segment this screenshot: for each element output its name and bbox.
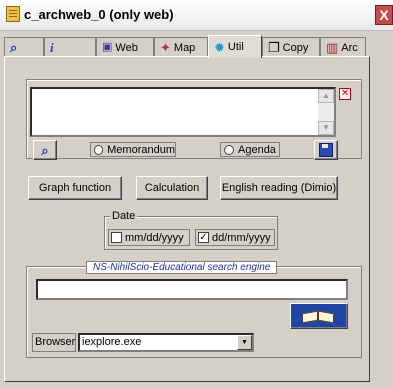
notes-scrollbar[interactable]: ▲ ▼ [318,89,334,135]
save-notes-button[interactable] [314,140,338,160]
app-notepad-icon [6,6,20,22]
tab-arc[interactable]: ▥ Arc [320,37,366,57]
search-input[interactable] [36,279,348,300]
copy-icon: ❐ [268,40,280,55]
search-icon: ⌕ [41,142,49,158]
tab-web-label: Web [115,41,138,54]
memorandum-radio[interactable]: Memorandum [90,142,176,157]
util-icon: ✹ [214,39,225,55]
english-reading-button[interactable]: English reading (Dimio) [220,176,338,200]
clear-notes-icon[interactable]: ✕ [339,88,351,100]
network-icon: ▣ [102,41,113,53]
window-close-button[interactable]: X [375,5,393,25]
memorandum-radio-circle[interactable] [94,144,104,155]
tab-map-label: Map [173,41,196,54]
date-ddmmyyyy-label: dd/mm/yyyy [212,231,271,244]
calculation-button[interactable]: Calculation [136,176,208,200]
notes-textarea[interactable]: ▲ ▼ [30,87,336,137]
tab-map[interactable]: ✦ Map [154,37,208,57]
date-ddmmyyyy-checkbox[interactable]: ✓ [198,232,209,243]
search-icon: ⌕ [10,40,18,55]
memorandum-label: Memorandum [107,143,175,156]
save-icon [319,143,333,157]
notes-search-button[interactable]: ⌕ [33,140,57,160]
date-mmddyyyy-checkbox[interactable] [111,232,122,243]
graph-function-button[interactable]: Graph function [28,176,122,200]
info-icon: i [50,40,54,55]
window-title: c_archweb_0 (only web) [24,7,174,22]
date-group-label: Date [110,210,138,222]
tab-info[interactable]: i [44,37,96,57]
map-icon: ✦ [160,40,171,55]
tab-util-label: Util [227,41,244,53]
date-mmddyyyy-option[interactable]: mm/dd/yyyy [108,229,190,246]
agenda-radio[interactable]: Agenda [220,142,280,157]
scroll-down-icon[interactable]: ▼ [318,121,334,135]
chevron-down-icon[interactable]: ▼ [237,335,252,350]
agenda-radio-circle[interactable] [224,144,234,155]
browser-label: Browser [32,333,76,352]
date-mmddyyyy-label: mm/dd/yyyy [125,231,184,244]
tab-arc-label: Arc [341,41,358,54]
tab-search[interactable]: ⌕ [4,37,44,57]
book-icon [302,309,336,324]
date-ddmmyyyy-option[interactable]: ✓ dd/mm/yyyy [195,229,275,246]
tab-copy-label: Copy [282,41,309,54]
tab-copy[interactable]: ❐ Copy [262,37,320,57]
tab-web[interactable]: ▣ Web [96,37,154,57]
browser-select-value: iexplore.exe [82,336,142,348]
scroll-up-icon[interactable]: ▲ [318,89,334,103]
agenda-label: Agenda [238,143,276,156]
browser-select[interactable]: iexplore.exe ▼ [78,333,254,352]
title-bar: c_archweb_0 (only web) X [0,0,393,31]
search-engine-title: NS-NihilScio-Educational search engine [86,261,278,274]
archive-icon: ▥ [326,40,339,55]
tab-util[interactable]: ✹ Util [208,35,262,58]
search-book-button[interactable] [290,303,348,329]
